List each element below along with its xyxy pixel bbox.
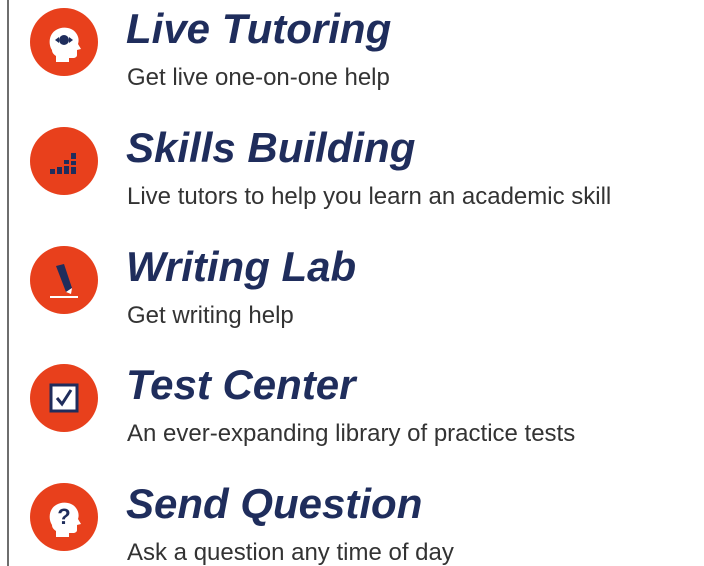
menu-item-live-tutoring[interactable]: Live Tutoring Get live one-on-one help — [0, 0, 704, 118]
menu-item-title[interactable]: Live Tutoring — [126, 5, 391, 52]
bar-chart-icon-glyph — [50, 153, 76, 174]
menu-item-title[interactable]: Test Center — [126, 361, 356, 408]
menu-item-description: Ask a question any time of day — [127, 539, 454, 566]
menu-item-title[interactable]: Writing Lab — [126, 243, 356, 290]
page: Live Tutoring Get live one-on-one help S… — [0, 0, 704, 566]
menu-item-test-center[interactable]: Test Center An ever-expanding library of… — [0, 356, 704, 474]
menu-item-title[interactable]: Send Question — [126, 480, 422, 527]
svg-text:?: ? — [57, 504, 70, 529]
menu-item-description: An ever-expanding library of practice te… — [127, 420, 576, 447]
menu-item-title[interactable]: Skills Building — [126, 124, 415, 171]
menu-item-send-question[interactable]: ? Send Question Ask a question any time … — [0, 475, 704, 566]
menu-item-writing-lab[interactable]: Writing Lab Get writing help — [0, 238, 704, 356]
bar-chart-icon[interactable] — [30, 127, 98, 195]
question-head-icon[interactable]: ? — [30, 483, 98, 551]
checkbox-icon-glyph — [49, 383, 79, 413]
menu-item-skills-building[interactable]: Skills Building Live tutors to help you … — [0, 119, 704, 237]
tutor-head-icon-glyph — [49, 27, 81, 63]
question-head-icon-glyph: ? — [49, 502, 81, 537]
menu-item-description: Get writing help — [127, 302, 294, 329]
pen-writing-icon-glyph — [50, 264, 78, 298]
tutor-head-icon[interactable] — [30, 8, 98, 76]
menu-item-description: Live tutors to help you learn an academi… — [127, 183, 612, 210]
pen-writing-icon[interactable] — [30, 246, 98, 314]
menu-item-description: Get live one-on-one help — [127, 64, 390, 91]
menu-list: Live Tutoring Get live one-on-one help S… — [0, 0, 704, 566]
checkbox-icon[interactable] — [30, 364, 98, 432]
